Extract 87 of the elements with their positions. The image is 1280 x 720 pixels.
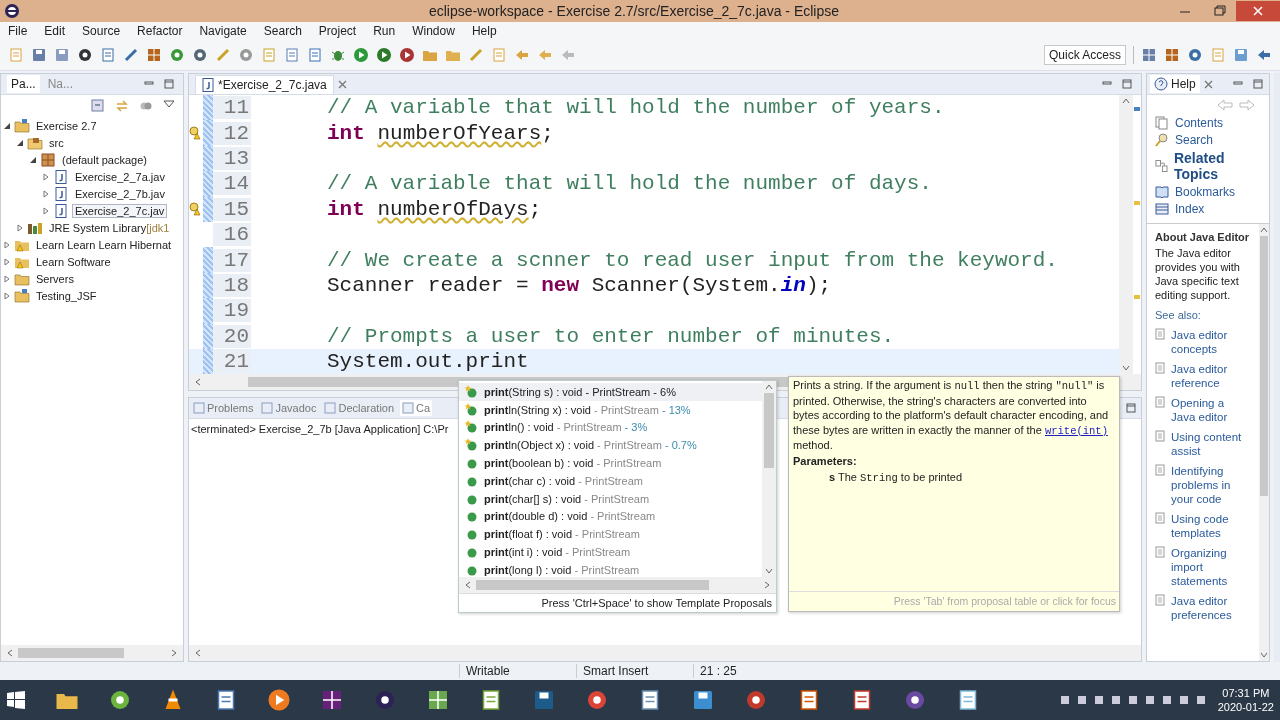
help-link[interactable]: Opening a Java editor: [1171, 396, 1247, 424]
code-line: // Prompts a user to enter number of minutes.: [326, 324, 895, 348]
code-line: int numberOfYears;: [326, 121, 554, 145]
tree-item[interactable]: Exercise_2_7c.jav: [72, 203, 168, 218]
tree-item[interactable]: Learn Software: [33, 254, 114, 269]
help-link[interactable]: Java editor concepts: [1171, 328, 1247, 356]
line-number: 16: [213, 223, 251, 247]
focus-hint: Press 'Tab' from proposal table or click for focus: [789, 591, 1119, 611]
line-number: 21: [213, 350, 251, 374]
proposal-hint: Press 'Ctrl+Space' to show Template Proposals: [459, 593, 776, 612]
code-line: Scanner reader = new Scanner(System.in);: [326, 273, 832, 297]
line-number: 11: [213, 96, 251, 120]
window-title: eclipse-workspace - Exercise 2.7/src/Exercise_2_7c.java - Eclipse: [427, 3, 840, 19]
menu-item[interactable]: Search: [255, 24, 311, 38]
proposal-item[interactable]: print(long l) : void - PrintStream: [459, 560, 762, 577]
tree-item[interactable]: Exercise_2_7a.jav: [72, 169, 168, 184]
tree-item[interactable]: JRE System Library[jdk1: [46, 220, 173, 235]
tree-item[interactable]: Testing_JSF: [33, 288, 100, 303]
parameter-description: s The String to be printed: [828, 469, 964, 486]
menu-item[interactable]: Help: [463, 24, 506, 38]
line-number: 14: [213, 172, 251, 196]
menu-item[interactable]: Refactor: [129, 24, 192, 38]
help-link[interactable]: Contents: [1175, 116, 1224, 130]
tree-item[interactable]: (default package): [59, 152, 150, 167]
line-number: 18: [213, 273, 251, 297]
menu-item[interactable]: Source: [74, 24, 130, 38]
proposal-item[interactable]: print(boolean b) : void - PrintStream: [459, 454, 762, 472]
help-link[interactable]: Related Topics: [1173, 150, 1265, 182]
proposal-item[interactable]: println() : void - PrintStream - 3%: [459, 418, 762, 437]
proposal-item[interactable]: print(float f) : void - PrintStream: [459, 525, 762, 544]
status-field: 21 : 25: [693, 664, 810, 678]
line-number: 17: [213, 248, 251, 272]
help-link[interactable]: Java editor preferences: [1171, 594, 1247, 622]
view-tab[interactable]: Javadoc: [259, 400, 319, 416]
view-tab[interactable]: Ca: [400, 400, 433, 416]
editor-tab[interactable]: *Exercise_2_7c.java: [195, 74, 334, 94]
line-number: 19: [213, 299, 251, 323]
help-link[interactable]: Using code templates: [1171, 512, 1247, 540]
tree-item[interactable]: Learn Learn Learn Hibernat: [33, 237, 175, 252]
clock-time[interactable]: 07:31 PM: [1222, 686, 1270, 700]
proposal-item[interactable]: print(double d) : void - PrintStream: [459, 507, 762, 526]
line-number: 15: [213, 197, 251, 221]
console-output: <terminated> Exercise_2_7b [Java Application] C:\Pr: [191, 423, 449, 435]
see-also-label: See also:: [1155, 308, 1202, 322]
help-link[interactable]: Organizing import statements: [1171, 546, 1247, 588]
code-line: int numberOfDays;: [326, 197, 542, 221]
help-link[interactable]: Search: [1175, 133, 1214, 147]
menu-item[interactable]: Run: [365, 24, 405, 38]
menu-item[interactable]: Navigate: [191, 24, 256, 38]
proposal-item[interactable]: print(char[] s) : void - PrintStream: [459, 489, 762, 508]
view-tab[interactable]: Pa...: [7, 75, 40, 93]
proposal-item[interactable]: print(String s) : void - PrintStream - 6%: [459, 383, 762, 401]
help-tab[interactable]: Help: [1150, 75, 1200, 93]
section-heading: About Java Editor: [1155, 230, 1251, 244]
proposal-item[interactable]: print(char c) : void - PrintStream: [459, 472, 762, 490]
code-line: System.out.print: [326, 350, 529, 374]
code-line: // We create a scnner to read user input from the keyword.: [326, 248, 1058, 272]
status-field: Smart Insert: [576, 664, 693, 678]
menu-item[interactable]: Edit: [36, 24, 75, 38]
code-line: // A variable that will hold the number of years.: [326, 96, 945, 120]
help-link[interactable]: Java editor reference: [1171, 362, 1247, 390]
line-number: 20: [213, 324, 251, 348]
code-line: // A variable that will hold the number of days.: [326, 172, 932, 196]
help-link[interactable]: Using content assist: [1171, 430, 1247, 458]
view-tab[interactable]: Declaration: [322, 400, 397, 416]
tree-item[interactable]: Servers: [33, 271, 77, 286]
status-field: Writable: [459, 664, 576, 678]
clock-date[interactable]: 2020-01-22: [1217, 700, 1274, 714]
help-link[interactable]: Index: [1175, 202, 1205, 216]
proposal-item[interactable]: print(int i) : void - PrintStream: [459, 543, 762, 561]
javadoc-text: Prints a string. If the argument is null then the string "null" is printed. Otherwise, the string's characters are converted into bytes according to the platform's default character encoding, and these bytes are written in exactly the manner of the write(int) method.: [792, 378, 1110, 454]
view-tab[interactable]: Problems: [191, 400, 256, 416]
menu-item[interactable]: File: [0, 24, 37, 38]
proposal-item[interactable]: println(Object x) : void - PrintStream - 0.7%: [459, 436, 762, 455]
menu-item[interactable]: Project: [310, 24, 366, 38]
description-text: The Java editor provides you with Java specific text editing support.: [1155, 246, 1241, 302]
parameters-heading: Parameters:: [792, 453, 858, 469]
tree-item[interactable]: Exercise 2.7: [33, 118, 100, 133]
line-number: 13: [213, 146, 251, 170]
line-number: 12: [213, 121, 251, 145]
menu-item[interactable]: Window: [404, 24, 464, 38]
tree-item[interactable]: src: [46, 135, 67, 150]
tree-item[interactable]: Exercise_2_7b.jav: [72, 186, 168, 201]
help-link[interactable]: Bookmarks: [1175, 185, 1236, 199]
proposal-item[interactable]: println(String x) : void - PrintStream - 13%: [459, 400, 762, 419]
quick-access-field[interactable]: Quick Access: [1043, 45, 1126, 65]
help-link[interactable]: Identifying problems in your code: [1171, 464, 1247, 506]
